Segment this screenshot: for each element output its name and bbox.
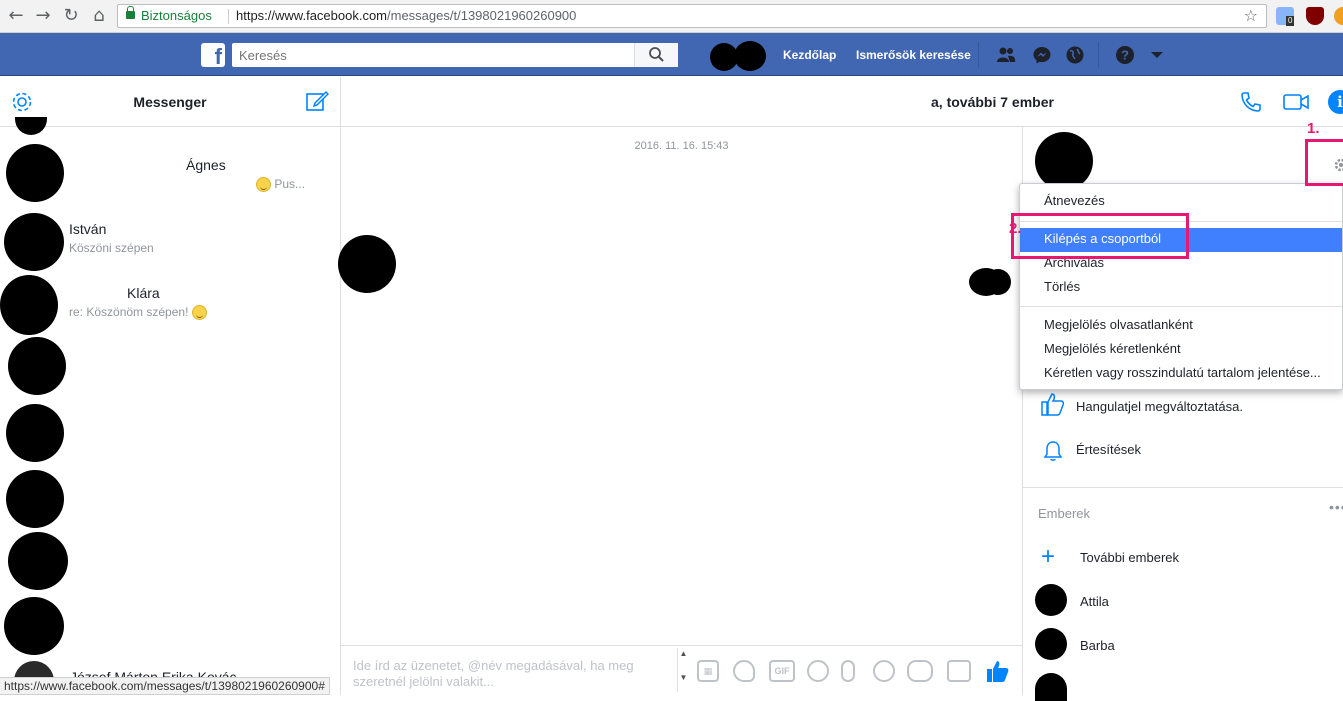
menu-item-rename[interactable]: Átnevezés: [1020, 190, 1342, 214]
forward-icon[interactable]: →: [31, 5, 55, 27]
conversation-title: a, további 7 ember: [931, 94, 1054, 110]
message-timestamp: 2016. 11. 16. 15:43: [634, 140, 729, 152]
like-thumb-icon[interactable]: [984, 658, 1010, 684]
menu-item-report[interactable]: Kéretlen vagy rosszindulatú tartalom jel…: [1020, 362, 1342, 386]
like-thumb-icon: [1041, 393, 1065, 416]
menu-separator: [1020, 306, 1342, 307]
video-call-icon[interactable]: [1282, 90, 1310, 114]
notifications-globe-icon[interactable]: [1065, 45, 1085, 65]
annotation-box-leave-group: [1011, 213, 1189, 259]
emoji-icon[interactable]: [807, 660, 829, 682]
reload-icon[interactable]: ↻: [59, 5, 83, 27]
avatar: [1035, 584, 1067, 616]
secure-indicator[interactable]: Biztonságos: [126, 6, 212, 23]
messenger-icon[interactable]: [1032, 45, 1052, 65]
bookmark-star-icon[interactable]: ☆: [1244, 6, 1258, 25]
search-button[interactable]: [634, 43, 678, 67]
conversation-snippet: re: Köszönöm szépen!: [69, 305, 207, 321]
group-avatar: [1035, 132, 1093, 190]
smiley-emoji-icon: [256, 177, 271, 193]
gif-button[interactable]: GIF: [769, 660, 795, 682]
person-name: Attila: [1080, 594, 1109, 609]
facebook-logo-icon[interactable]: f: [201, 43, 225, 67]
sticker-icon[interactable]: [733, 660, 755, 682]
annotation-step-1-label: 1.: [1307, 120, 1320, 137]
add-people-option[interactable]: További emberek: [1080, 550, 1179, 565]
facebook-top-bar: f Kezdőlap Ismerősök keresése ?: [0, 33, 1343, 76]
change-emoji-option[interactable]: Hangulatjel megváltoztatása.: [1076, 399, 1243, 414]
conversation-list-panel: Messenger Ágnes Pus... István Köszöni sz…: [0, 77, 341, 695]
home-icon[interactable]: ⌂: [87, 5, 111, 27]
address-bar[interactable]: Biztonságos https://www.facebook.com/mes…: [117, 4, 1267, 28]
account-menu-chevron-icon[interactable]: [1147, 45, 1167, 65]
browser-toolbar: ← → ↻ ⌂ Biztonságos https://www.facebook…: [0, 0, 1343, 33]
avatar[interactable]: [15, 117, 47, 135]
photo-upload-icon[interactable]: ▦: [697, 660, 719, 682]
avatar: [1035, 628, 1067, 660]
home-link[interactable]: Kezdőlap: [783, 48, 836, 62]
conversation-panel: 2016. 11. 16. 15:43 Ide írd az üzenetet,…: [338, 77, 1022, 695]
conversation-name: Ágnes: [186, 157, 226, 173]
notifications-bell-icon: [1043, 441, 1063, 461]
microphone-icon[interactable]: [841, 660, 855, 682]
annotation-box-gear: [1305, 139, 1343, 186]
avatar[interactable]: [6, 470, 64, 528]
new-message-compose-icon[interactable]: [305, 89, 329, 113]
sender-avatar: [338, 235, 396, 293]
menu-item-mark-unread[interactable]: Megjelölés olvasatlanként: [1020, 314, 1342, 338]
ghostery-extension-icon[interactable]: 0: [1276, 7, 1295, 26]
person-name: Barba: [1080, 638, 1115, 653]
conversation-info-icon[interactable]: i: [1328, 90, 1343, 114]
smiley-emoji-icon: [191, 305, 207, 321]
conversation-name: István: [69, 221, 107, 237]
avatar[interactable]: [6, 404, 64, 462]
avatar: [0, 275, 58, 335]
conversation-snippet: Pus...: [256, 177, 305, 193]
seen-by-avatar: [985, 269, 1011, 295]
more-options-icon[interactable]: •••: [1329, 499, 1343, 515]
search-icon: [649, 47, 664, 62]
menu-item-mark-spam[interactable]: Megjelölés kéretlenként: [1020, 338, 1342, 362]
people-section-header: Emberek: [1038, 506, 1091, 521]
conversation-name: Klára: [127, 285, 160, 301]
payment-icon[interactable]: [873, 660, 895, 682]
avatar[interactable]: [8, 532, 68, 590]
camera-icon[interactable]: [947, 660, 971, 682]
browser-status-bar: https://www.facebook.com/messages/t/1398…: [0, 677, 330, 695]
ublock-extension-icon[interactable]: [1306, 7, 1324, 25]
nav-divider: [1098, 42, 1099, 68]
divider: [1023, 487, 1343, 488]
menu-item-delete[interactable]: Törlés: [1020, 276, 1342, 300]
help-icon[interactable]: ?: [1115, 45, 1135, 65]
friend-requests-icon[interactable]: [996, 45, 1016, 65]
voice-call-icon[interactable]: [1239, 90, 1263, 114]
url-text: https://www.facebook.com/messages/t/1398…: [236, 8, 577, 23]
nav-divider: [978, 42, 979, 68]
avatar[interactable]: [1035, 673, 1067, 701]
avatar[interactable]: [8, 337, 66, 395]
message-input[interactable]: Ide írd az üzenetet, @név megadásával, h…: [353, 658, 673, 690]
messenger-title: Messenger: [133, 94, 207, 110]
avatar: [4, 213, 64, 271]
find-friends-link[interactable]: Ismerősök keresése: [856, 48, 971, 62]
redacted-avatar: [734, 41, 766, 71]
messenger-header: Messenger: [0, 77, 340, 127]
conversation-snippet: Köszöni szépen: [69, 241, 154, 255]
svg-text:?: ?: [1121, 48, 1129, 63]
search-input[interactable]: [232, 43, 678, 67]
avatar[interactable]: [4, 597, 64, 655]
game-icon[interactable]: [907, 660, 933, 682]
add-people-icon: +: [1041, 543, 1056, 570]
message-composer[interactable]: Ide írd az üzenetet, @név megadásával, h…: [341, 645, 1022, 695]
avatar: [6, 144, 64, 202]
notifications-option[interactable]: Értesítések: [1076, 442, 1141, 457]
url-separator: [228, 9, 229, 24]
extension-icon[interactable]: [1334, 7, 1343, 25]
lock-icon: [126, 6, 135, 19]
back-icon[interactable]: ←: [4, 5, 28, 27]
composer-scrollbar[interactable]: ▲ ▼: [677, 648, 689, 692]
conversation-header: a, további 7 ember i: [341, 77, 1343, 127]
